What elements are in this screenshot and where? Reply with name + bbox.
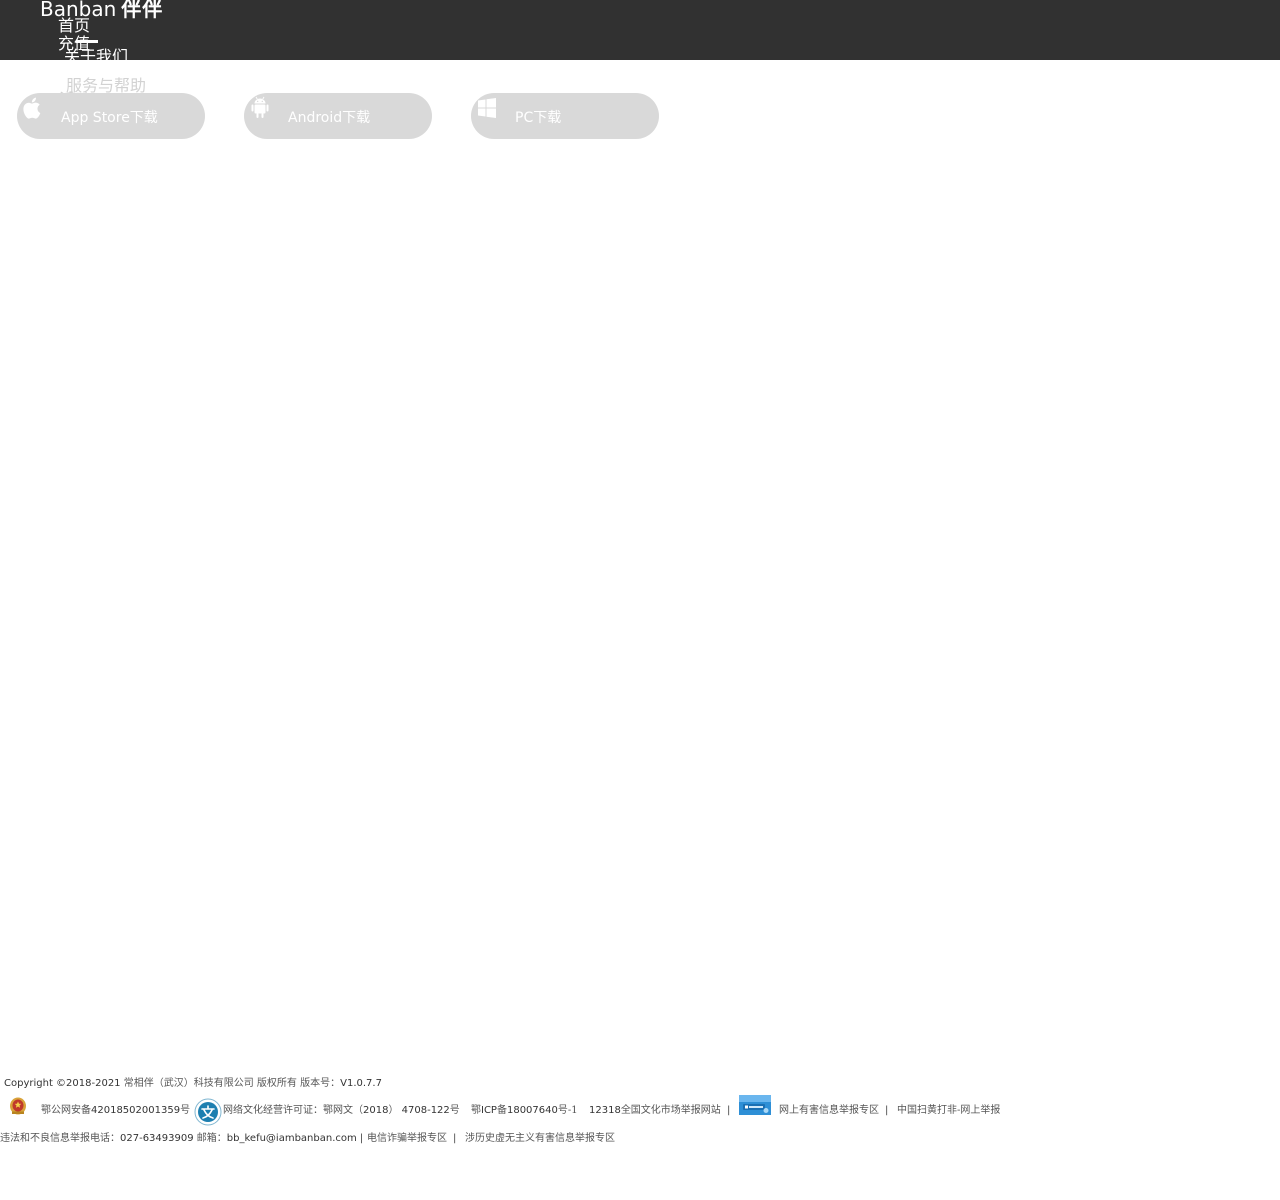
site-version: V1.0.7.7 bbox=[340, 1078, 382, 1089]
apple-icon bbox=[23, 97, 41, 119]
nav-active-indicator bbox=[76, 40, 98, 43]
police-record-number: 42018502001359 bbox=[91, 1105, 181, 1116]
footer-separator: | bbox=[359, 1133, 364, 1144]
bad-info-prefix: 违法和不良信息举报电话： bbox=[0, 1133, 120, 1144]
telecom-fraud-link[interactable]: 电信诈骗举报专区 bbox=[367, 1132, 447, 1146]
android-icon bbox=[251, 96, 269, 118]
culture-license-mid: ） bbox=[388, 1105, 399, 1116]
copyright-years: Copyright ©2018-2021 bbox=[4, 1078, 121, 1089]
icp-mid: 备 bbox=[496, 1105, 507, 1116]
nav-item-home[interactable]: 首页 bbox=[58, 17, 90, 35]
pc-download-button[interactable]: PC下载 bbox=[471, 93, 659, 139]
footer-separator: | bbox=[727, 1105, 731, 1116]
footer-copyright: Copyright ©2018-2021 常相伴（武汉）科技有限公司 版权所有 … bbox=[4, 1077, 382, 1091]
android-download-label: Android下载 bbox=[288, 110, 371, 126]
email-prefix: 邮箱： bbox=[196, 1133, 227, 1144]
culture-license[interactable]: 网络文化经营许可证：鄂网文（2018） 4708-122号 bbox=[223, 1104, 460, 1118]
culture-license-number: 4708-122 bbox=[401, 1105, 450, 1116]
android-download-button[interactable]: Android下载 bbox=[244, 93, 432, 139]
harmful-info-badge-icon bbox=[739, 1095, 771, 1115]
icp-record[interactable]: 鄂ICP备18007640号-1 bbox=[471, 1104, 578, 1118]
bad-info-phone: 027-63493909 bbox=[120, 1133, 194, 1144]
contact-email[interactable]: bb_kefu@iambanban.com bbox=[227, 1133, 357, 1144]
anti-porn-report-link[interactable]: 中国扫黄打非-网上举报 bbox=[897, 1104, 1000, 1118]
icp-prefix: 鄂 bbox=[471, 1105, 481, 1116]
windows-icon bbox=[478, 98, 496, 118]
appstore-download-label: App Store下载 bbox=[61, 110, 158, 126]
footer-separator: | bbox=[453, 1133, 457, 1144]
top-navbar: Banban 伴伴 bbox=[0, 0, 1280, 60]
pc-download-label: PC下载 bbox=[515, 110, 562, 126]
bad-info-hotline: 违法和不良信息举报电话：027-63493909 邮箱：bb_kefu@iamb… bbox=[0, 1132, 363, 1146]
company-rights: 常相伴（武汉）科技有限公司 版权所有 版本号： bbox=[123, 1078, 341, 1089]
culture-license-prefix: 网络文化经营许可证：鄂网文（ bbox=[223, 1105, 363, 1116]
logo-cjk: 伴伴 bbox=[121, 0, 164, 21]
market-hotline: 12318 bbox=[589, 1105, 621, 1116]
culture-license-badge-icon bbox=[194, 1098, 222, 1126]
icp-code: 18007640 bbox=[506, 1105, 558, 1116]
icp-suffix: 号-1 bbox=[557, 1105, 578, 1116]
market-site-label: 全国文化市场举报网站 bbox=[620, 1105, 721, 1116]
icp-label: ICP bbox=[481, 1105, 497, 1116]
appstore-download-button[interactable]: App Store下载 bbox=[17, 93, 205, 139]
police-record-suffix: 号 bbox=[180, 1105, 191, 1116]
police-emblem-icon bbox=[10, 1097, 26, 1115]
culture-license-suffix: 号 bbox=[449, 1105, 460, 1116]
footer-separator: | bbox=[885, 1105, 889, 1116]
market-report-link[interactable]: 12318全国文化市场举报网站 bbox=[589, 1104, 721, 1118]
history-nihilism-link[interactable]: 涉历史虚无主义有害信息举报专区 bbox=[465, 1132, 615, 1146]
culture-license-year: 2018 bbox=[363, 1105, 389, 1116]
police-record[interactable]: 鄂公网安备42018502001359号 bbox=[41, 1104, 190, 1118]
police-record-prefix: 鄂公网安备 bbox=[41, 1105, 91, 1116]
harmful-info-link[interactable]: 网上有害信息举报专区 bbox=[779, 1104, 879, 1118]
